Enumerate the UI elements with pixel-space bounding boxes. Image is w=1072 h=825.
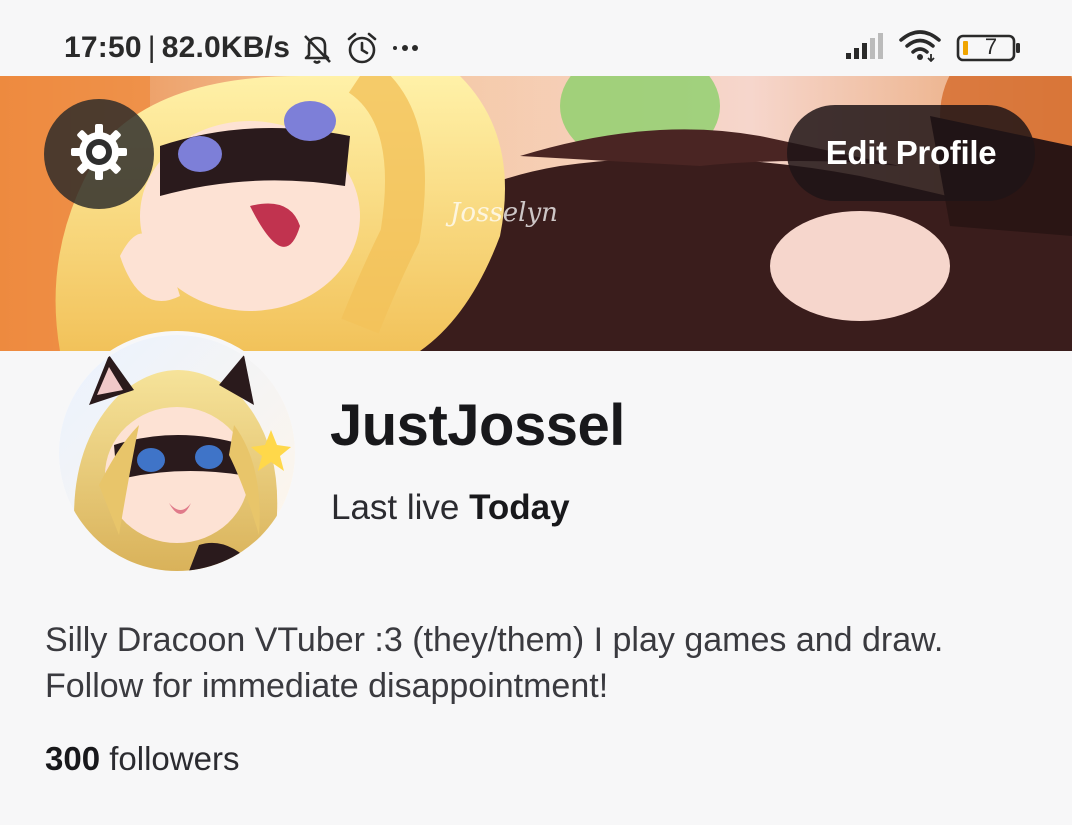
profile-bio: Silly Dracoon VTuber :3 (they/them) I pl…: [45, 621, 944, 705]
more-dots-icon: [390, 43, 420, 53]
gear-icon: [67, 120, 131, 189]
banner-watermark: Josselyn: [445, 198, 558, 228]
alarm-icon: [344, 30, 380, 66]
username: JustJossel: [330, 393, 625, 458]
status-right: 7: [844, 29, 1022, 67]
battery-icon: 7: [956, 33, 1022, 63]
status-bar: 17:50 | 82.0KB/s 7: [0, 0, 1072, 76]
status-separator: |: [147, 31, 156, 64]
last-live-value: Today: [469, 488, 570, 527]
followers-number: 300: [45, 740, 101, 777]
followers-count[interactable]: 300 followers: [45, 740, 239, 778]
status-left: 17:50 | 82.0KB/s: [64, 30, 420, 66]
last-live-prefix: Last live: [331, 488, 460, 527]
edit-profile-button[interactable]: Edit Profile: [787, 105, 1035, 201]
avatar[interactable]: [55, 331, 299, 575]
signal-icon: [844, 31, 884, 66]
last-live: Last live Today: [331, 488, 570, 528]
network-speed: 82.0KB/s: [161, 31, 291, 64]
followers-label: followers: [109, 740, 240, 777]
wifi-icon: [898, 29, 942, 67]
status-time: 17:50: [64, 31, 142, 64]
settings-button[interactable]: [44, 99, 154, 209]
bell-muted-icon: [300, 31, 334, 65]
battery-level: 7: [984, 34, 998, 59]
